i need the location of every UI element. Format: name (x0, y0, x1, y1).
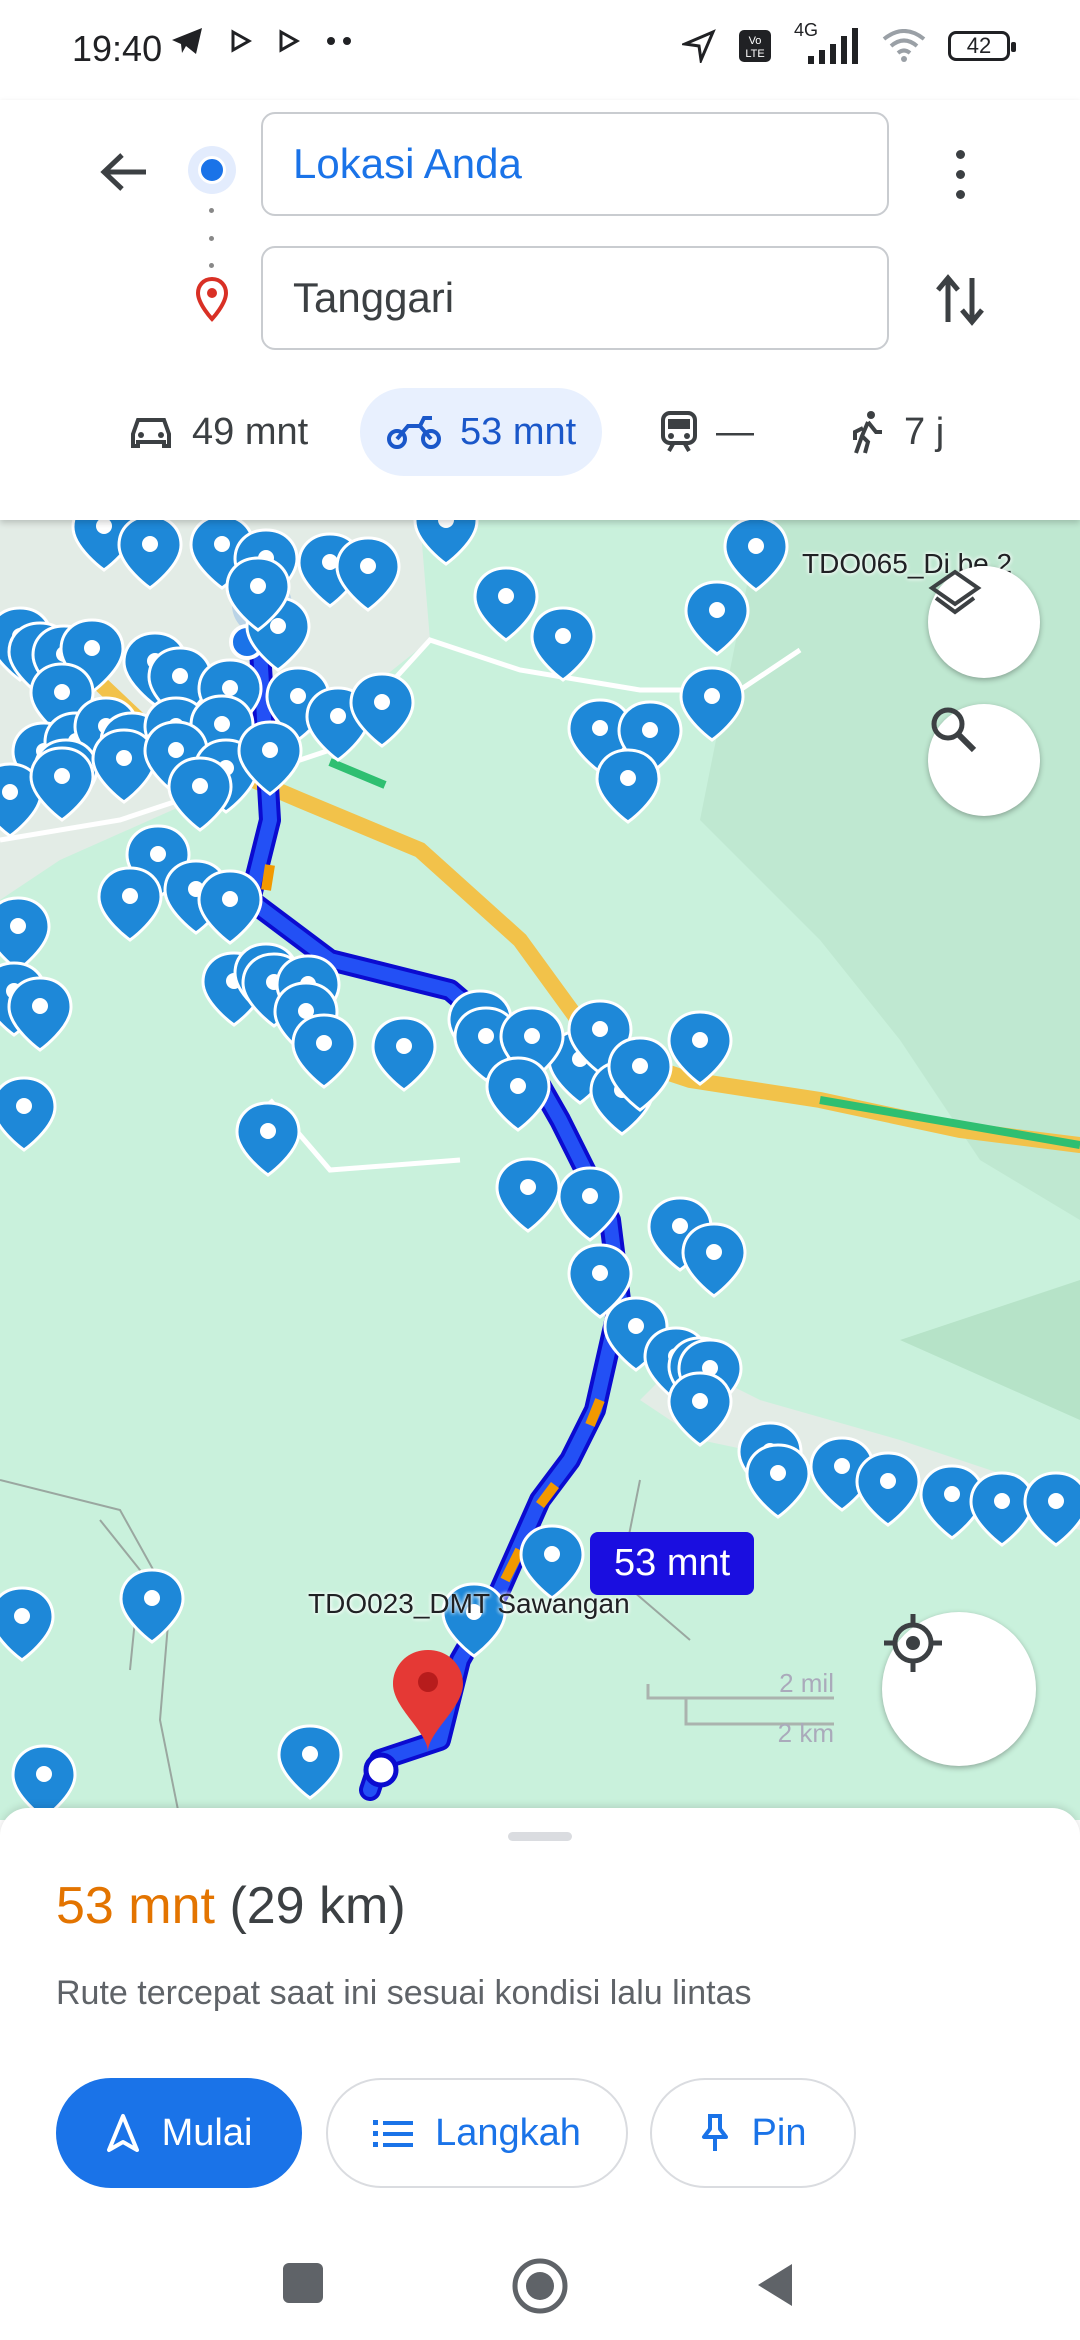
system-nav-bar (0, 2240, 1080, 2340)
directions-panel: Lokasi Anda Tanggari 49 mnt 53 mnt — 7 j (0, 100, 1080, 520)
notification-icons (170, 26, 352, 56)
poi-marker[interactable] (235, 1101, 301, 1177)
poi-marker[interactable] (485, 1056, 551, 1132)
car-icon (131, 418, 171, 448)
scale-miles: 2 mil (779, 1668, 834, 1698)
search-icon (931, 707, 977, 753)
map-scale: 2 mil 2 km (646, 1668, 836, 1748)
svg-text:LTE: LTE (745, 48, 764, 60)
origin-input[interactable]: Lokasi Anda (261, 112, 889, 216)
poi-marker[interactable] (291, 1013, 357, 1089)
steps-label: Langkah (435, 2111, 581, 2154)
start-label: Mulai (161, 2111, 253, 2154)
swap-icon[interactable] (930, 270, 990, 330)
poi-marker[interactable] (681, 1222, 747, 1298)
car-duration: 49 mnt (192, 410, 309, 453)
poi-marker[interactable] (495, 1157, 561, 1233)
battery-indicator: 42 (948, 31, 1016, 61)
poi-marker[interactable] (969, 1471, 1035, 1547)
train-icon (661, 411, 697, 452)
list-icon (373, 2120, 414, 2147)
poi-marker[interactable] (7, 976, 73, 1052)
pin-icon (701, 2114, 728, 2151)
eta-chip[interactable]: 53 mnt (590, 1532, 755, 1595)
steps-button[interactable]: Langkah (326, 2078, 628, 2188)
poi-marker[interactable] (197, 869, 263, 945)
destination-input[interactable]: Tanggari (261, 246, 889, 350)
origin-location-icon (188, 146, 236, 194)
poi-marker[interactable] (530, 606, 596, 682)
svg-text:Vo: Vo (749, 35, 762, 47)
layers-button[interactable] (928, 566, 1040, 678)
scale-km: 2 km (777, 1718, 834, 1748)
route-description: Rute tercepat saat ini sesuai kondisi la… (56, 1974, 752, 2012)
walk-icon (853, 411, 882, 454)
walk-duration: 7 j (904, 410, 945, 453)
destination-pin-icon (195, 276, 229, 322)
poi-marker[interactable] (1023, 1471, 1080, 1547)
motorcycle-icon (387, 416, 441, 449)
place-label[interactable]: TDO023_DMT Sawangan (308, 1588, 630, 1620)
status-time: 19:40 (72, 28, 163, 69)
navigation-arrow-icon (106, 2114, 139, 2152)
pin-label: Pin (751, 2111, 807, 2154)
tab-car[interactable]: 49 mnt (128, 388, 308, 476)
signal-indicator: 4G (794, 20, 860, 66)
telegram-icon (172, 28, 202, 54)
home-button[interactable] (510, 2256, 570, 2316)
location-arrow-icon (682, 29, 716, 63)
poi-marker[interactable] (413, 520, 479, 566)
poi-marker[interactable] (371, 1016, 437, 1092)
poi-marker[interactable] (473, 566, 539, 642)
poi-marker[interactable] (119, 1568, 185, 1644)
poi-marker[interactable] (0, 1586, 55, 1662)
system-icons: Vo LTE 4G 42 (682, 20, 1016, 66)
destination-marker (393, 1650, 463, 1752)
back-nav-button[interactable] (752, 2260, 796, 2310)
arrow-back-icon (100, 153, 146, 191)
poi-marker[interactable] (0, 1076, 57, 1152)
terrain-area (900, 1280, 1080, 1420)
route-summary: 53 mnt (29 km) (56, 1876, 406, 1936)
route-distance: (29 km) (229, 1877, 406, 1935)
sheet-drag-handle[interactable] (508, 1832, 572, 1841)
my-location-button[interactable] (882, 1612, 1036, 1766)
poi-marker[interactable] (277, 1724, 343, 1800)
start-button[interactable]: Mulai (56, 2078, 302, 2188)
poi-marker[interactable] (97, 866, 163, 942)
signal-icon (808, 28, 858, 64)
wifi-icon (882, 29, 926, 62)
back-button[interactable] (92, 140, 156, 204)
poi-marker[interactable] (0, 896, 51, 972)
play-icon (231, 29, 252, 53)
route-end-marker (363, 1752, 399, 1788)
pin-button[interactable]: Pin (650, 2078, 856, 2188)
transit-duration: — (716, 410, 754, 453)
more-options-button[interactable] (940, 144, 980, 204)
tab-motorcycle[interactable]: 53 mnt (360, 388, 603, 476)
poi-marker[interactable] (855, 1451, 921, 1527)
volte-icon: VoLTE (739, 30, 771, 62)
poi-marker[interactable] (167, 756, 233, 832)
search-along-route-button[interactable] (928, 704, 1040, 816)
more-notifications-icon (327, 37, 351, 45)
poi-marker[interactable] (745, 1443, 811, 1519)
motorcycle-duration: 53 mnt (460, 410, 577, 453)
tab-transit[interactable]: — (660, 388, 754, 476)
map-view[interactable]: TDO065_Di be 2 TDO023_DMT Sawangan 53 mn… (0, 520, 1080, 1820)
tab-walk[interactable]: 7 j (850, 388, 944, 476)
play-icon (279, 29, 300, 53)
travel-mode-tabs: 49 mnt 53 mnt — 7 j (0, 388, 1080, 478)
route-duration: 53 mnt (56, 1877, 215, 1935)
poi-marker[interactable] (595, 748, 661, 824)
status-bar: 19:40 Vo LTE 4G 42 (0, 0, 1080, 100)
my-location-icon (884, 1614, 942, 1672)
recents-button[interactable] (280, 2260, 326, 2306)
layers-icon (928, 569, 982, 615)
route-connector (209, 208, 215, 268)
